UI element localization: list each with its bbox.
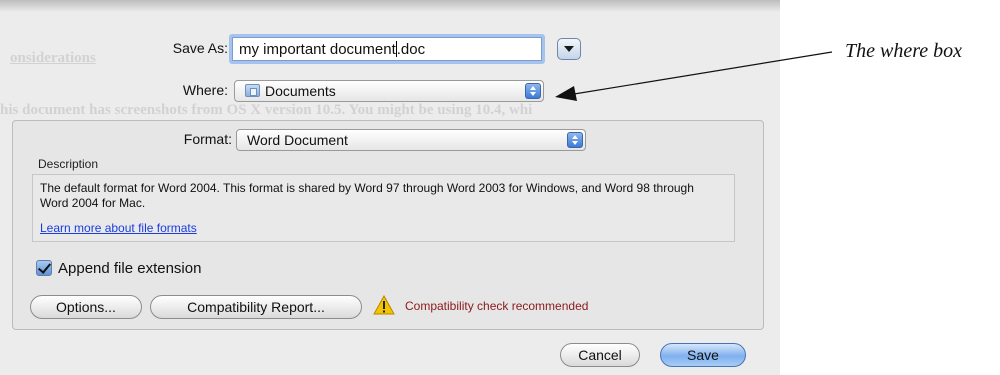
append-extension-checkbox[interactable] — [36, 260, 52, 276]
description-text: The default format for Word 2004. This f… — [40, 181, 694, 210]
sheet-top-shadow — [0, 0, 780, 12]
warning-icon — [373, 295, 395, 315]
where-label: Where: — [182, 82, 228, 98]
folder-icon — [245, 84, 260, 97]
save-button[interactable]: Save — [660, 343, 746, 367]
learn-more-link[interactable]: Learn more about file formats — [40, 221, 197, 235]
append-extension-label: Append file extension — [58, 260, 202, 277]
format-label: Format: — [183, 131, 232, 147]
format-value: Word Document — [247, 132, 348, 148]
filename-text-before-caret: my important document — [239, 41, 396, 58]
save-dialog-sheet: onsiderations his document has screensho… — [0, 0, 780, 375]
compatibility-warning-text: Compatibility check recommended — [405, 299, 589, 313]
background-heading: onsiderations — [10, 50, 96, 66]
cancel-button[interactable]: Cancel — [560, 343, 640, 367]
filename-text-after-caret: .doc — [396, 41, 426, 58]
stepper-icon — [525, 83, 541, 99]
filename-input[interactable]: my important document.doc — [232, 37, 542, 61]
expand-dialog-button[interactable] — [557, 38, 581, 60]
compatibility-report-button[interactable]: Compatibility Report... — [150, 295, 362, 319]
format-popup[interactable]: Word Document — [236, 129, 586, 151]
where-popup[interactable]: Documents — [234, 80, 544, 102]
where-value: Documents — [265, 83, 336, 99]
background-line: his document has screenshots from OS X v… — [0, 102, 533, 118]
save-as-label: Save As: — [172, 40, 228, 56]
stepper-icon — [567, 132, 583, 148]
description-box: The default format for Word 2004. This f… — [32, 174, 735, 242]
options-button[interactable]: Options... — [30, 295, 142, 319]
description-title: Description — [38, 157, 99, 171]
annotation-label: The where box — [845, 40, 963, 62]
